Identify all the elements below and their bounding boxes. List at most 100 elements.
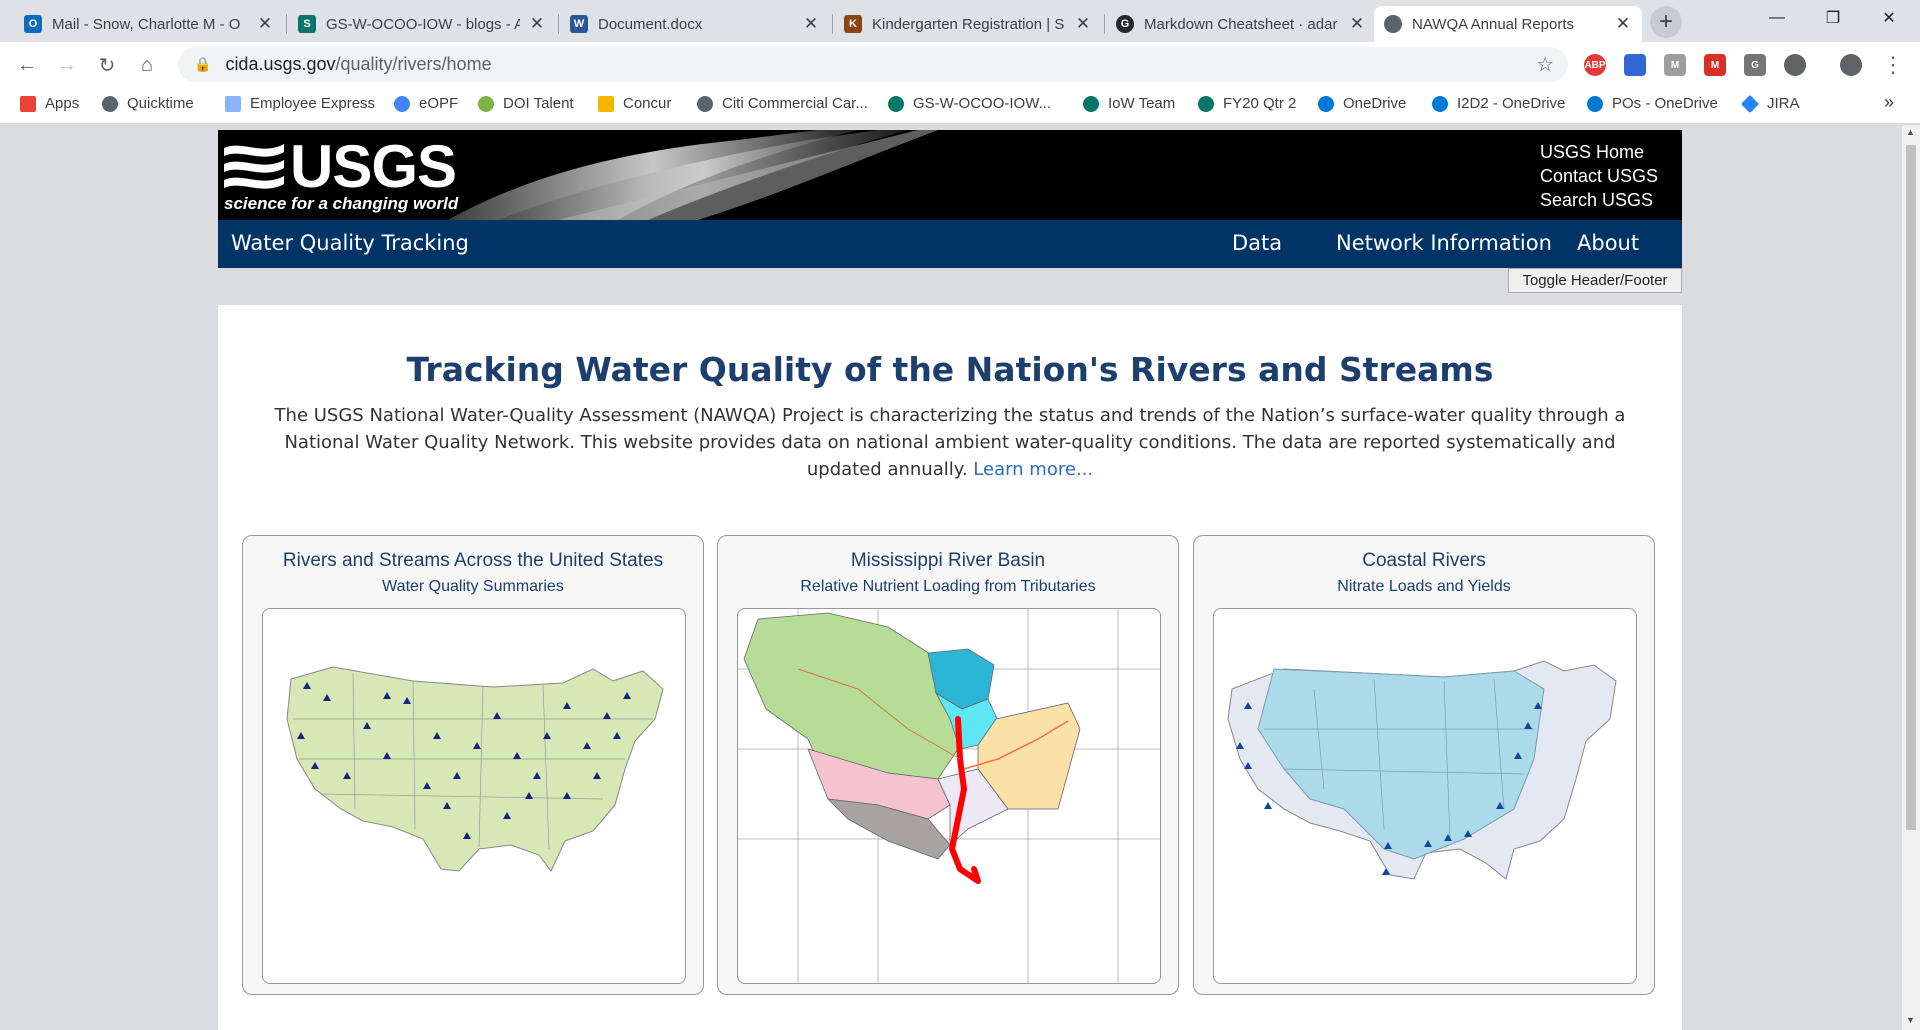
globe-icon	[1384, 15, 1402, 33]
bookmark-star-icon[interactable]: ☆	[1536, 52, 1554, 77]
home-button[interactable]: ⌂	[130, 48, 164, 82]
nav-data-link[interactable]: Data	[1232, 231, 1282, 255]
bookmark-item[interactable]: Employee Express	[225, 95, 375, 112]
bookmark-item[interactable]: Quicktime	[102, 95, 194, 112]
usgs-tagline: science for a changing world	[224, 194, 459, 213]
globe-icon	[102, 95, 118, 112]
tree-icon	[478, 95, 494, 112]
bookmark-item[interactable]: eOPF	[394, 95, 458, 112]
new-tab-button[interactable]: +	[1650, 6, 1682, 38]
bookmark-item[interactable]: IoW Team	[1083, 95, 1175, 112]
close-icon[interactable]: ✕	[1348, 14, 1366, 34]
mississippi-map-graphic	[738, 609, 1160, 983]
cloud-icon	[1587, 95, 1603, 112]
mail-checker-icon[interactable]: M	[1664, 54, 1686, 76]
scroll-down-arrow-icon[interactable]: ▼	[1906, 1015, 1915, 1025]
close-window-button[interactable]: ✕	[1866, 0, 1912, 36]
mississippi-basin-map-image[interactable]	[737, 608, 1161, 984]
tab-title: Markdown Cheatsheet · adar	[1144, 15, 1338, 33]
card-coastal-rivers[interactable]: Coastal Rivers Nitrate Loads and Yields	[1193, 535, 1655, 995]
card-subtitle: Water Quality Summaries	[382, 578, 564, 595]
usgs-home-link[interactable]: USGS Home	[1540, 140, 1658, 164]
school-icon: K	[844, 15, 862, 33]
close-icon[interactable]: ✕	[1074, 14, 1092, 34]
bookmark-item[interactable]: JIRA	[1740, 94, 1800, 113]
card-title: Coastal Rivers	[1362, 550, 1486, 571]
menu-icon[interactable]: ⋮	[1876, 48, 1910, 82]
bookmark-label: Concur	[623, 95, 672, 112]
vertical-scrollbar[interactable]: ▲ ▼	[1902, 125, 1920, 1030]
bookmark-item[interactable]: GS-W-OCOO-IOW...	[888, 95, 1051, 112]
toggle-header-footer-button[interactable]: Toggle Header/Footer	[1508, 268, 1682, 293]
outlook-icon: O	[24, 15, 42, 33]
search-usgs-link[interactable]: Search USGS	[1540, 188, 1658, 212]
close-icon[interactable]: ✕	[528, 14, 546, 34]
minimize-button[interactable]: —	[1754, 0, 1800, 36]
scroll-up-arrow-icon[interactable]: ▲	[1906, 127, 1915, 137]
intro-paragraph: The USGS National Water-Quality Assessme…	[258, 402, 1642, 483]
bookmarks-bar: Apps Quicktime Employee Express eOPF DOI…	[0, 87, 1920, 124]
bookmark-item[interactable]: I2D2 - OneDrive	[1432, 95, 1565, 112]
restore-button[interactable]: ❐	[1810, 0, 1856, 36]
page-title: Tracking Water Quality of the Nation's R…	[406, 350, 1494, 389]
close-icon[interactable]: ✕	[1614, 14, 1632, 34]
nav-about-link[interactable]: About	[1577, 231, 1639, 255]
tab-title: GS-W-OCOO-IOW - blogs - A	[326, 15, 520, 33]
learn-more-link[interactable]: Learn more...	[973, 459, 1093, 480]
nav-network-information-link[interactable]: Network Information	[1336, 231, 1552, 255]
bookmark-label: IoW Team	[1108, 95, 1176, 112]
gmail-icon[interactable]: M	[1704, 54, 1726, 76]
bookmark-item[interactable]: POs - OneDrive	[1587, 95, 1718, 112]
profile-avatar-icon[interactable]	[1840, 54, 1862, 76]
bookmark-item[interactable]: Citi Commercial Car...	[697, 95, 868, 112]
coastal-rivers-map-image[interactable]	[1213, 608, 1637, 984]
extension-circle-icon[interactable]	[1784, 54, 1806, 76]
address-bar[interactable]: 🔒 cida.usgs.gov/quality/rivers/home ☆	[178, 47, 1568, 82]
bookmark-label: DOI Talent	[503, 95, 574, 112]
close-icon[interactable]: ✕	[802, 14, 820, 34]
browser-tab[interactable]: O Mail - Snow, Charlotte M - O ✕	[14, 6, 284, 42]
extension-icon[interactable]	[1624, 54, 1646, 76]
url-path: /quality/rivers/home	[335, 54, 492, 74]
extension-g-icon[interactable]: G	[1744, 54, 1766, 76]
close-icon[interactable]: ✕	[256, 14, 274, 34]
adblock-icon[interactable]: ABP	[1584, 54, 1606, 76]
bookmark-label: GS-W-OCOO-IOW...	[913, 95, 1052, 112]
sharepoint-icon	[1198, 95, 1214, 112]
tab-title: Mail - Snow, Charlotte M - O	[52, 15, 241, 33]
bookmark-apps[interactable]: Apps	[20, 95, 79, 112]
browser-tab[interactable]: S GS-W-OCOO-IOW - blogs - A ✕	[288, 6, 556, 42]
card-mississippi-basin[interactable]: Mississippi River Basin Relative Nutrien…	[717, 535, 1179, 995]
bookmark-item[interactable]: DOI Talent	[478, 95, 574, 112]
lock-icon: 🔒	[194, 56, 212, 72]
reload-button[interactable]: ↻	[90, 48, 124, 82]
usgs-header-links: USGS Home Contact USGS Search USGS	[1540, 140, 1658, 212]
bookmark-item[interactable]: OneDrive	[1318, 95, 1406, 112]
card-rivers-streams[interactable]: Rivers and Streams Across the United Sta…	[242, 535, 704, 995]
bookmark-item[interactable]: FY20 Qtr 2	[1198, 95, 1296, 112]
us-sites-map-image[interactable]	[262, 608, 686, 984]
site-name-link[interactable]: Water Quality Tracking	[231, 231, 469, 255]
sharepoint-icon: S	[298, 15, 316, 33]
main-content: Tracking Water Quality of the Nation's R…	[218, 305, 1682, 1030]
forward-button[interactable]: →	[50, 48, 84, 82]
browser-tab[interactable]: W Document.docx ✕	[560, 6, 830, 42]
back-button[interactable]: ←	[10, 48, 44, 82]
tab-title: Document.docx	[598, 15, 703, 33]
card-subtitle: Relative Nutrient Loading from Tributari…	[800, 578, 1096, 595]
browser-tab[interactable]: K Kindergarten Registration | S ✕	[834, 6, 1102, 42]
contact-usgs-link[interactable]: Contact USGS	[1540, 164, 1658, 188]
browser-tab-active[interactable]: NAWQA Annual Reports ✕	[1374, 6, 1642, 42]
browser-tab[interactable]: G Markdown Cheatsheet · adar ✕	[1106, 6, 1376, 42]
usgs-logo[interactable]: USGS science for a changing world	[222, 132, 458, 218]
jira-icon	[1740, 94, 1760, 113]
page-viewport: USGS science for a changing world USGS H…	[0, 125, 1902, 1030]
sharepoint-icon	[888, 95, 904, 112]
bookmark-label: OneDrive	[1343, 95, 1407, 112]
bookmark-label: I2D2 - OneDrive	[1457, 95, 1566, 112]
bookmark-label: Citi Commercial Car...	[722, 95, 868, 112]
bookmarks-overflow-button[interactable]: »	[1884, 92, 1894, 113]
scrollbar-thumb[interactable]	[1906, 145, 1916, 830]
bookmark-item[interactable]: Concur	[598, 95, 671, 112]
sharepoint-icon	[1083, 95, 1099, 112]
